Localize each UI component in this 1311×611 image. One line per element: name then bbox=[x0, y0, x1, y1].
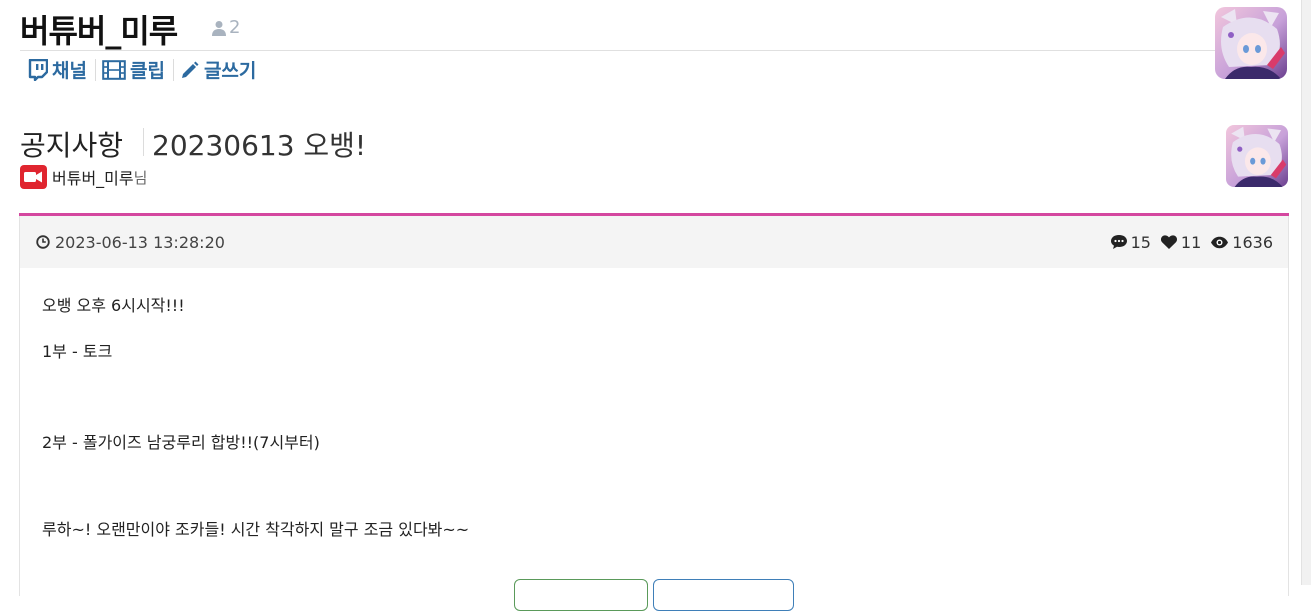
author-row: 버튜버_미루 님 bbox=[20, 165, 147, 189]
author-name[interactable]: 버튜버_미루 bbox=[52, 165, 134, 189]
broadcast-camera-icon bbox=[20, 165, 47, 189]
view-count-value: 1636 bbox=[1232, 232, 1273, 252]
post-category[interactable]: 공지사항 bbox=[20, 124, 123, 164]
post-date-value: 2023-06-13 13:28:20 bbox=[55, 232, 225, 252]
author-suffix: 님 bbox=[133, 168, 148, 187]
post-action-button-right[interactable] bbox=[653, 579, 794, 611]
film-icon bbox=[102, 59, 126, 80]
nav-separator bbox=[172, 58, 174, 81]
title-separator bbox=[143, 128, 144, 156]
member-count-value: 2 bbox=[229, 17, 241, 38]
body-line: 1부 - 토크 bbox=[42, 342, 113, 361]
post-box: 2023-06-13 13:28:20 15 11 1636 오뱅 오후 6시시… bbox=[19, 216, 1289, 611]
post-header: 공지사항 20230613 오뱅! 버튜버_미루 님 bbox=[20, 120, 1290, 190]
like-count[interactable]: 11 bbox=[1160, 233, 1201, 252]
twitch-icon bbox=[28, 58, 48, 81]
post-title: 20230613 오뱅! bbox=[152, 129, 367, 162]
channel-avatar[interactable] bbox=[1215, 7, 1287, 79]
nav-separator bbox=[94, 58, 96, 81]
comment-icon bbox=[1110, 234, 1128, 250]
nav-channel-link[interactable]: 채널 bbox=[28, 56, 93, 83]
post-stats: 15 11 1636 bbox=[1110, 233, 1273, 252]
nav-clip-link[interactable]: 클립 bbox=[102, 56, 171, 83]
post-action-button-left[interactable] bbox=[514, 579, 648, 611]
channel-nav: 채널 클립 글쓰기 bbox=[28, 56, 262, 83]
nav-channel-label: 채널 bbox=[52, 60, 87, 82]
user-icon bbox=[212, 20, 226, 36]
nav-write-link[interactable]: 글쓰기 bbox=[180, 56, 262, 83]
body-line: 오뱅 오후 6시시작!!! bbox=[42, 296, 185, 315]
post-meta-bar: 2023-06-13 13:28:20 15 11 1636 bbox=[20, 216, 1288, 268]
nav-write-label: 글쓰기 bbox=[203, 60, 257, 82]
body-line: 2부 - 폴가이즈 남궁루리 합방!!(7시부터) bbox=[42, 433, 320, 452]
channel-title[interactable]: 버튜버_미루 bbox=[20, 6, 178, 52]
comment-count-value: 15 bbox=[1130, 232, 1151, 252]
body-line: 루하~! 오랜만이야 조카들! 시간 착각하지 말구 조금 있다봐~~ bbox=[42, 520, 470, 539]
member-count: 2 bbox=[212, 17, 240, 38]
clock-icon bbox=[36, 235, 50, 249]
author-avatar[interactable] bbox=[1226, 125, 1288, 187]
eye-icon bbox=[1210, 236, 1229, 249]
page-scrollbar[interactable] bbox=[1301, 0, 1311, 585]
view-count: 1636 bbox=[1210, 233, 1273, 252]
pencil-icon bbox=[180, 60, 200, 80]
post-date: 2023-06-13 13:28:20 bbox=[36, 233, 225, 252]
like-count-value: 11 bbox=[1180, 232, 1202, 252]
channel-header: 버튜버_미루 2 채널 클립 글쓰기 bbox=[20, 0, 1290, 90]
nav-clip-label: 클립 bbox=[129, 60, 165, 82]
heart-icon bbox=[1160, 234, 1178, 250]
header-divider bbox=[20, 50, 1215, 51]
comment-count[interactable]: 15 bbox=[1110, 233, 1151, 252]
